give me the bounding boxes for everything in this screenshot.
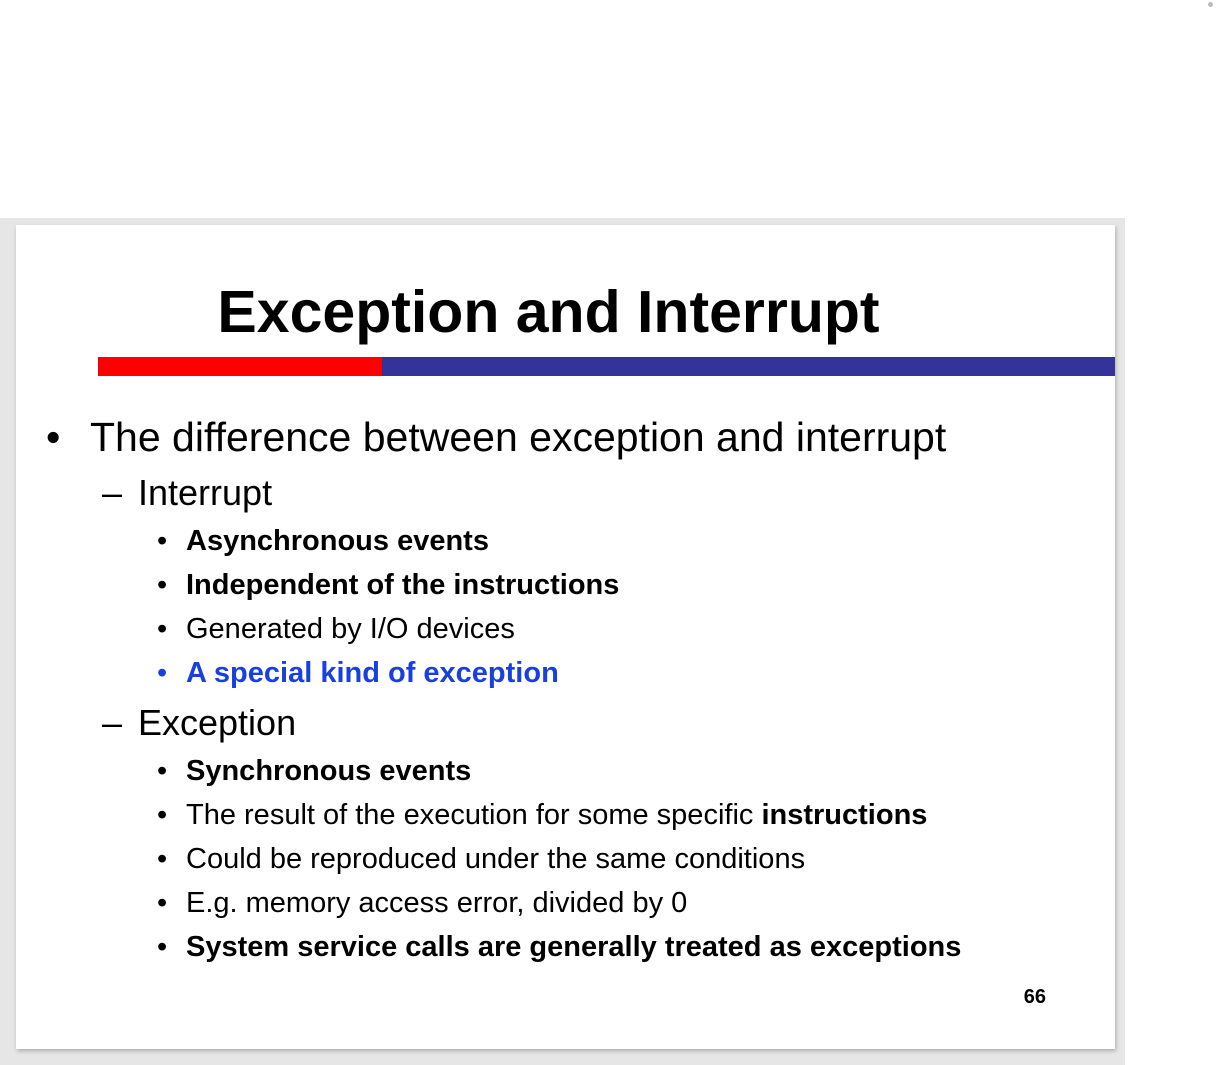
list-item-text: Synchronous events	[186, 755, 472, 787]
bullet-marker: •	[157, 931, 168, 963]
bullet-marker: •	[157, 755, 168, 787]
bullet-marker: •	[157, 613, 168, 645]
list-item-text: System service calls are generally treat…	[186, 931, 962, 963]
title-underline-blue	[382, 357, 1115, 376]
bullet-marker: •	[157, 569, 168, 601]
dash-marker: –	[102, 702, 123, 743]
list-item-text: Independent of the instructions	[186, 569, 620, 601]
list-item-emphasis: instructions	[761, 799, 928, 831]
bullet-marker: •	[157, 657, 168, 689]
slide: Exception and Interrupt • The difference…	[16, 225, 1115, 1049]
page-number: 66	[1023, 986, 1046, 1008]
dash-marker: –	[102, 472, 123, 513]
list-item-text-wrap: The result of the execution for some spe…	[186, 797, 927, 833]
title-underline-red	[98, 357, 382, 376]
list-item-text: Asynchronous events	[186, 525, 489, 557]
exception-heading-text: Exception	[138, 702, 297, 743]
bullet-marker: •	[157, 843, 168, 875]
list-item-text: A special kind of exception	[186, 657, 559, 689]
slide-title-text: Exception and Interrupt	[217, 279, 880, 345]
list-item-text: E.g. memory access error, divided by 0	[186, 887, 688, 919]
bullet-marker: •	[157, 525, 168, 557]
list-item-text: Could be reproduced under the same condi…	[186, 843, 806, 875]
corner-dot	[1208, 2, 1213, 7]
list-item-text: Generated by I/O devices	[186, 613, 515, 645]
bullet-marker: •	[157, 799, 168, 831]
slide-title: Exception and Interrupt	[16, 277, 1115, 347]
bullet-marker: •	[157, 887, 168, 919]
main-point-text: The difference between exception and int…	[90, 414, 947, 460]
list-item-text: The result of the execution for some spe…	[186, 799, 762, 831]
bullet-marker: •	[46, 414, 61, 460]
interrupt-heading-text: Interrupt	[138, 472, 273, 513]
